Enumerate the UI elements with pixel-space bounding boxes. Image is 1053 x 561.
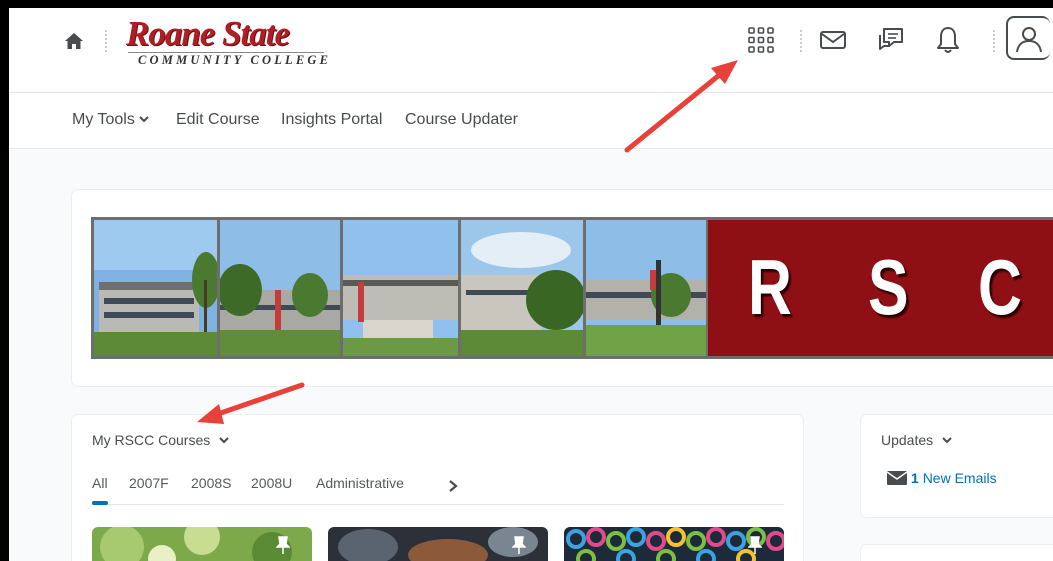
- rscc-banner-image: R S C: [91, 217, 1053, 359]
- rscc-letter: C: [978, 243, 1022, 331]
- rscc-letter: S: [868, 243, 909, 331]
- email-count: 1: [911, 470, 919, 486]
- chevron-down-icon: [942, 437, 952, 444]
- roane-state-logo[interactable]: Roane State COMMUNITY COLLEGE: [120, 14, 330, 72]
- home-icon[interactable]: [63, 30, 85, 52]
- tab-all[interactable]: All: [92, 475, 108, 491]
- logo-title: Roane State: [126, 14, 290, 53]
- active-tab-indicator: [92, 501, 108, 505]
- my-courses-title[interactable]: My RSCC Courses: [92, 432, 230, 448]
- campus-photo: [461, 220, 583, 356]
- course-navbar: My Tools Edit Course Insights Portal Cou…: [9, 93, 1053, 149]
- updates-title-text: Updates: [881, 432, 934, 448]
- user-avatar-icon: [1016, 27, 1042, 53]
- course-tabs: All 2007F 2008S 2008U Administrative: [92, 475, 784, 505]
- chevron-right-icon[interactable]: [446, 478, 460, 494]
- updates-widget: [861, 415, 1053, 517]
- chevron-down-icon: [139, 116, 149, 123]
- pin-icon[interactable]: [512, 535, 526, 555]
- user-avatar-button[interactable]: [1006, 16, 1050, 60]
- nav-course-updater[interactable]: Course Updater: [405, 111, 518, 129]
- pin-icon[interactable]: [276, 535, 290, 555]
- header-divider: [800, 30, 802, 54]
- rscc-letters: R S C: [708, 220, 1053, 356]
- updates-title[interactable]: Updates: [881, 432, 953, 448]
- nav-my-tools[interactable]: My Tools: [72, 111, 150, 129]
- waffle-grid-icon[interactable]: [746, 25, 776, 55]
- campus-photo: [94, 220, 217, 356]
- screenshot-frame: [0, 0, 1053, 8]
- tab-2008s[interactable]: 2008S: [191, 475, 231, 491]
- secondary-widget: [861, 545, 1053, 561]
- course-tile[interactable]: [564, 527, 784, 561]
- my-courses-title-text: My RSCC Courses: [92, 432, 211, 448]
- new-emails-link[interactable]: 1 New Emails: [887, 470, 997, 486]
- campus-photo: [586, 220, 706, 356]
- course-tile[interactable]: [92, 527, 312, 561]
- pin-icon[interactable]: [748, 535, 762, 555]
- mail-icon[interactable]: [818, 25, 848, 55]
- tab-2008u[interactable]: 2008U: [251, 475, 292, 491]
- nav-insights-portal[interactable]: Insights Portal: [281, 111, 382, 129]
- chat-icon[interactable]: [876, 25, 906, 55]
- course-tile[interactable]: [328, 527, 548, 561]
- header-divider: [105, 30, 107, 54]
- logo-subtitle: COMMUNITY COLLEGE: [138, 53, 332, 67]
- campus-photo: [343, 220, 458, 356]
- header-divider: [993, 30, 995, 54]
- rscc-letter: R: [748, 243, 792, 331]
- tab-administrative[interactable]: Administrative: [316, 475, 404, 491]
- chevron-down-icon: [219, 437, 229, 444]
- bell-icon[interactable]: [933, 25, 963, 55]
- envelope-icon: [887, 471, 907, 485]
- nav-my-tools-label: My Tools: [72, 111, 135, 128]
- tab-2007f[interactable]: 2007F: [129, 475, 169, 491]
- campus-photo: [220, 220, 340, 356]
- email-label: New Emails: [922, 470, 997, 486]
- nav-edit-course[interactable]: Edit Course: [176, 111, 260, 129]
- screenshot-frame: [0, 0, 9, 561]
